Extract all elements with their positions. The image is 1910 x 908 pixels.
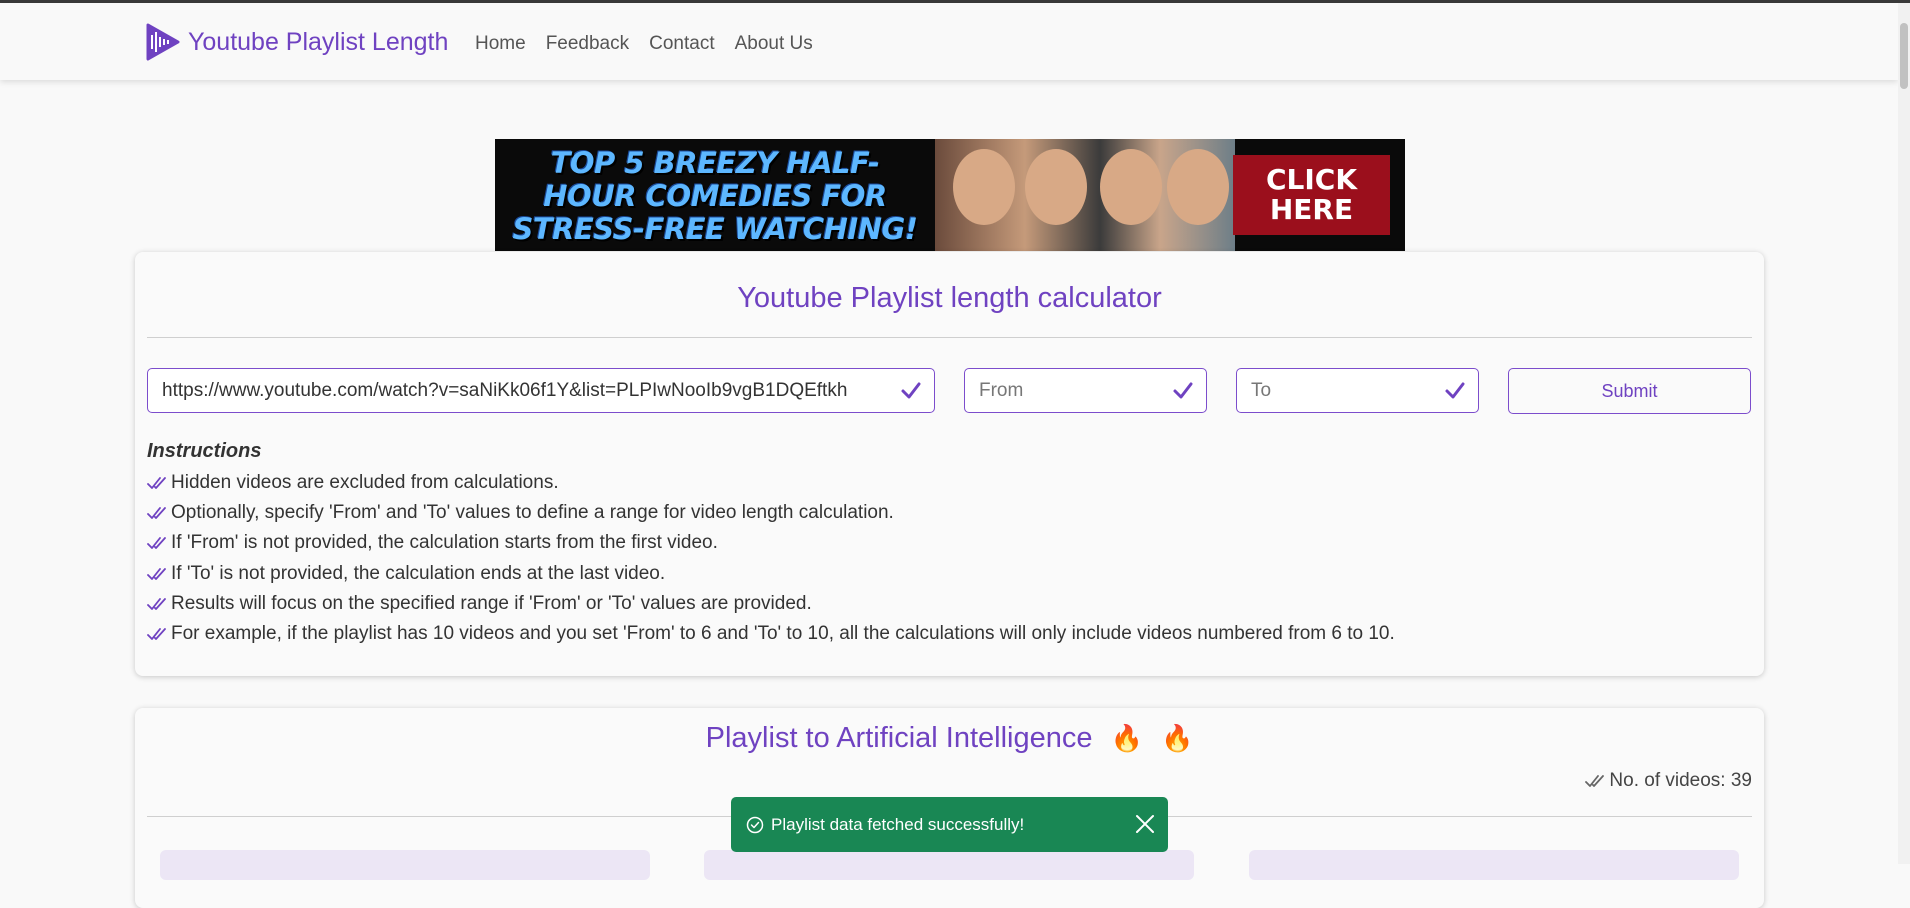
double-check-icon — [147, 477, 166, 489]
stat-tile — [1249, 850, 1739, 880]
nav-feedback-link[interactable]: Feedback — [546, 33, 629, 55]
check-icon — [1445, 382, 1465, 398]
ad-face — [1100, 149, 1162, 225]
brand-name[interactable]: Youtube Playlist Length — [188, 28, 448, 57]
close-icon[interactable] — [1134, 813, 1156, 835]
playlist-title: Playlist to Artificial Intelligence — [705, 722, 1093, 754]
calculator-card: Youtube Playlist length calculator https… — [135, 252, 1764, 676]
success-toast: Playlist data fetched successfully! — [731, 797, 1168, 852]
playlist-url-value[interactable]: https://www.youtube.com/watch?v=saNiKk06… — [148, 380, 900, 402]
calculator-title: Youtube Playlist length calculator — [737, 282, 1162, 314]
ad-face — [1167, 149, 1229, 225]
navbar: Youtube Playlist Length Home Feedback Co… — [0, 3, 1898, 80]
audio-wave-logo-icon — [146, 23, 180, 61]
instruction-item: Results will focus on the specified rang… — [147, 589, 1395, 619]
from-placeholder[interactable]: From — [965, 380, 1172, 402]
video-count-text: No. of videos: 39 — [1609, 770, 1752, 791]
ad-image — [935, 139, 1235, 251]
advertisement-banner[interactable]: TOP 5 BREEZY HALF-HOUR COMEDIES FOR STRE… — [495, 139, 1405, 251]
instructions-title: Instructions — [147, 440, 262, 462]
ad-click-here-button[interactable]: CLICK HERE — [1233, 155, 1390, 235]
instruction-text: Results will focus on the specified rang… — [171, 592, 812, 614]
page-scrollbar[interactable] — [1898, 3, 1910, 864]
double-check-icon — [147, 507, 166, 520]
nav-contact-link[interactable]: Contact — [649, 33, 714, 55]
double-check-icon — [147, 597, 166, 610]
to-placeholder[interactable]: To — [1237, 380, 1444, 402]
check-icon — [901, 382, 921, 398]
instruction-text: If 'From' is not provided, the calculati… — [171, 532, 718, 554]
toast-message: Playlist data fetched successfully! — [771, 814, 1025, 834]
playlist-url-input[interactable]: https://www.youtube.com/watch?v=saNiKk06… — [147, 368, 935, 413]
instruction-item: For example, if the playlist has 10 vide… — [147, 619, 1395, 649]
ad-headline: TOP 5 BREEZY HALF-HOUR COMEDIES FOR STRE… — [512, 146, 919, 246]
ad-face — [953, 149, 1015, 225]
from-input[interactable]: From — [964, 368, 1207, 413]
playlist-title-row: Playlist to Artificial Intelligence 🔥 🔥 — [135, 722, 1764, 755]
fire-icon: 🔥 — [1110, 723, 1143, 753]
double-check-icon — [1585, 775, 1605, 787]
scrollbar-thumb[interactable] — [1900, 23, 1908, 89]
divider — [147, 337, 1752, 338]
instructions-list: Hidden videos are excluded from calculat… — [147, 468, 1395, 649]
to-input[interactable]: To — [1236, 368, 1479, 413]
double-check-icon — [147, 537, 166, 550]
double-check-icon — [147, 567, 166, 580]
check-icon — [1173, 382, 1193, 398]
check-circle-icon — [746, 816, 764, 833]
submit-button[interactable]: Submit — [1508, 368, 1751, 414]
ad-face — [1025, 149, 1087, 225]
nav-links: Home Feedback Contact About Us — [475, 33, 833, 55]
instruction-text: For example, if the playlist has 10 vide… — [171, 623, 1395, 645]
fire-icon: 🔥 — [1160, 723, 1194, 753]
video-count: No. of videos: 39 — [1585, 770, 1752, 792]
nav-about-link[interactable]: About Us — [735, 33, 813, 55]
instruction-text: If 'To' is not provided, the calculation… — [171, 562, 666, 584]
instruction-item: Optionally, specify 'From' and 'To' valu… — [147, 498, 1395, 528]
stat-tile — [704, 850, 1194, 880]
instruction-item: Hidden videos are excluded from calculat… — [147, 468, 1395, 498]
brand[interactable]: Youtube Playlist Length — [144, 23, 448, 61]
stat-tile — [160, 850, 650, 880]
instruction-item: If 'To' is not provided, the calculation… — [147, 559, 1395, 589]
nav-home-link[interactable]: Home — [475, 33, 526, 55]
double-check-icon — [147, 628, 166, 640]
instruction-item: If 'From' is not provided, the calculati… — [147, 528, 1395, 558]
instruction-text: Hidden videos are excluded from calculat… — [171, 472, 559, 494]
instruction-text: Optionally, specify 'From' and 'To' valu… — [171, 502, 894, 524]
